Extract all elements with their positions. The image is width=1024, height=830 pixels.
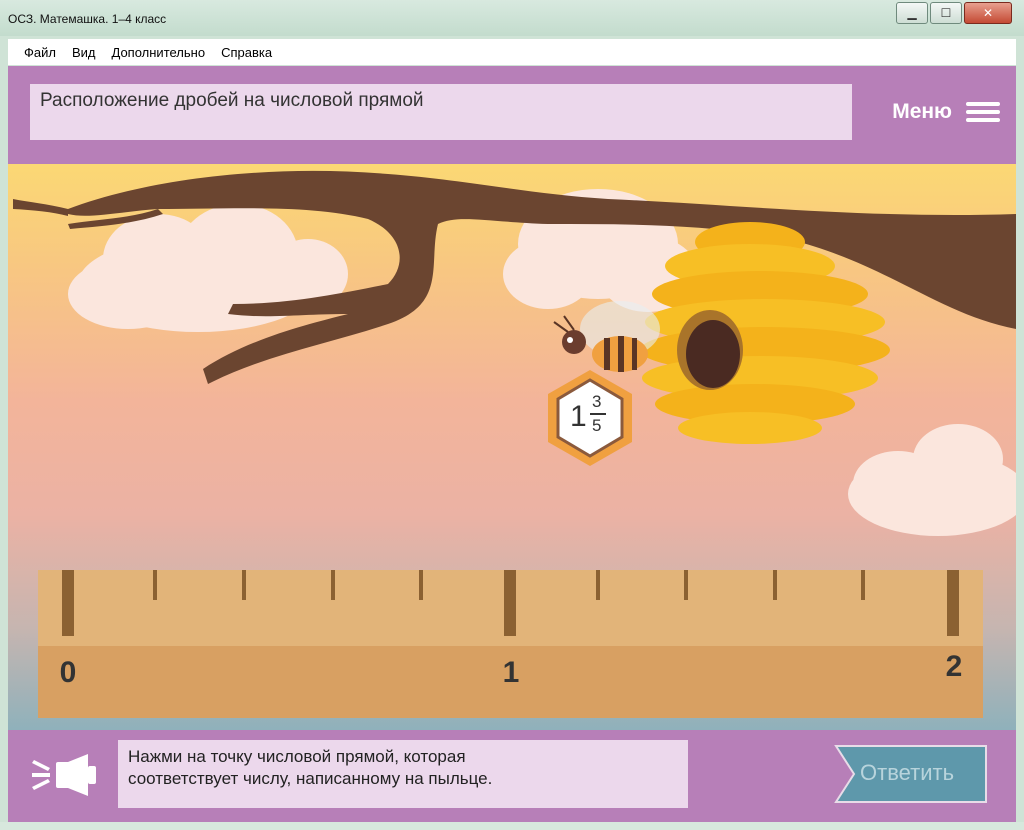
bee xyxy=(553,301,660,372)
fraction-numerator: 3 xyxy=(592,392,602,411)
task-title: Расположение дробей на числовой прямой xyxy=(40,90,424,111)
tick-1[interactable] xyxy=(504,570,516,636)
number-line[interactable]: 0 1 2 xyxy=(38,570,983,718)
game-scene: 1 3 5 0 1 2 xyxy=(8,164,1016,730)
answer-button-label: Ответить xyxy=(860,760,955,785)
hamburger-icon xyxy=(966,98,1000,126)
instruction-text: Нажми на точку числовой прямой, которая … xyxy=(128,746,492,790)
tick[interactable] xyxy=(773,570,777,600)
instruction-line-1: Нажми на точку числовой прямой, которая xyxy=(128,747,466,766)
fraction-label: 1 3 5 xyxy=(568,392,618,442)
minimize-icon[interactable]: ▁ xyxy=(896,2,928,24)
tick[interactable] xyxy=(242,570,246,600)
window-titlebar: ОСЗ. Матемашка. 1–4 класс ▁ ☐ ✕ xyxy=(0,0,1024,36)
speaker-icon[interactable] xyxy=(30,752,98,798)
window-title: ОСЗ. Матемашка. 1–4 класс xyxy=(8,12,167,26)
menu-help[interactable]: Справка xyxy=(221,45,272,60)
tick[interactable] xyxy=(684,570,688,600)
menu-button[interactable]: Меню xyxy=(892,98,1000,126)
number-line-label-1: 1 xyxy=(502,656,520,689)
instruction-box: Нажми на точку числовой прямой, которая … xyxy=(118,740,688,808)
menu-button-label: Меню xyxy=(892,100,952,123)
app-header: Расположение дробей на числовой прямой М… xyxy=(8,66,1016,164)
fraction-denominator: 5 xyxy=(592,416,602,435)
window-controls: ▁ ☐ ✕ xyxy=(894,2,1012,24)
tick[interactable] xyxy=(153,570,157,600)
cloud-right xyxy=(848,424,1016,536)
fraction-bar xyxy=(590,413,606,415)
menu-extra[interactable]: Дополнительно xyxy=(112,45,206,60)
answer-button[interactable]: Ответить xyxy=(834,744,988,804)
menu-file[interactable]: Файл xyxy=(24,45,56,60)
tick-0[interactable] xyxy=(62,570,74,636)
task-title-box: Расположение дробей на числовой прямой xyxy=(30,84,852,140)
close-icon[interactable]: ✕ xyxy=(964,2,1012,24)
instruction-line-2: соответствует числу, написанному на пыль… xyxy=(128,769,493,788)
menu-bar: Файл Вид Дополнительно Справка xyxy=(8,39,1016,65)
tick[interactable] xyxy=(419,570,423,600)
number-line-label-0: 0 xyxy=(59,656,77,689)
tick[interactable] xyxy=(861,570,865,600)
tick[interactable] xyxy=(596,570,600,600)
window-bottom-border xyxy=(0,822,1024,830)
footer-bar: Нажми на точку числовой прямой, которая … xyxy=(8,730,1016,822)
tick-2[interactable] xyxy=(947,570,959,636)
menu-view[interactable]: Вид xyxy=(72,45,96,60)
fraction-whole: 1 xyxy=(570,400,587,433)
maximize-icon[interactable]: ☐ xyxy=(930,2,962,24)
number-line-label-2: 2 xyxy=(945,650,963,683)
tick[interactable] xyxy=(331,570,335,600)
